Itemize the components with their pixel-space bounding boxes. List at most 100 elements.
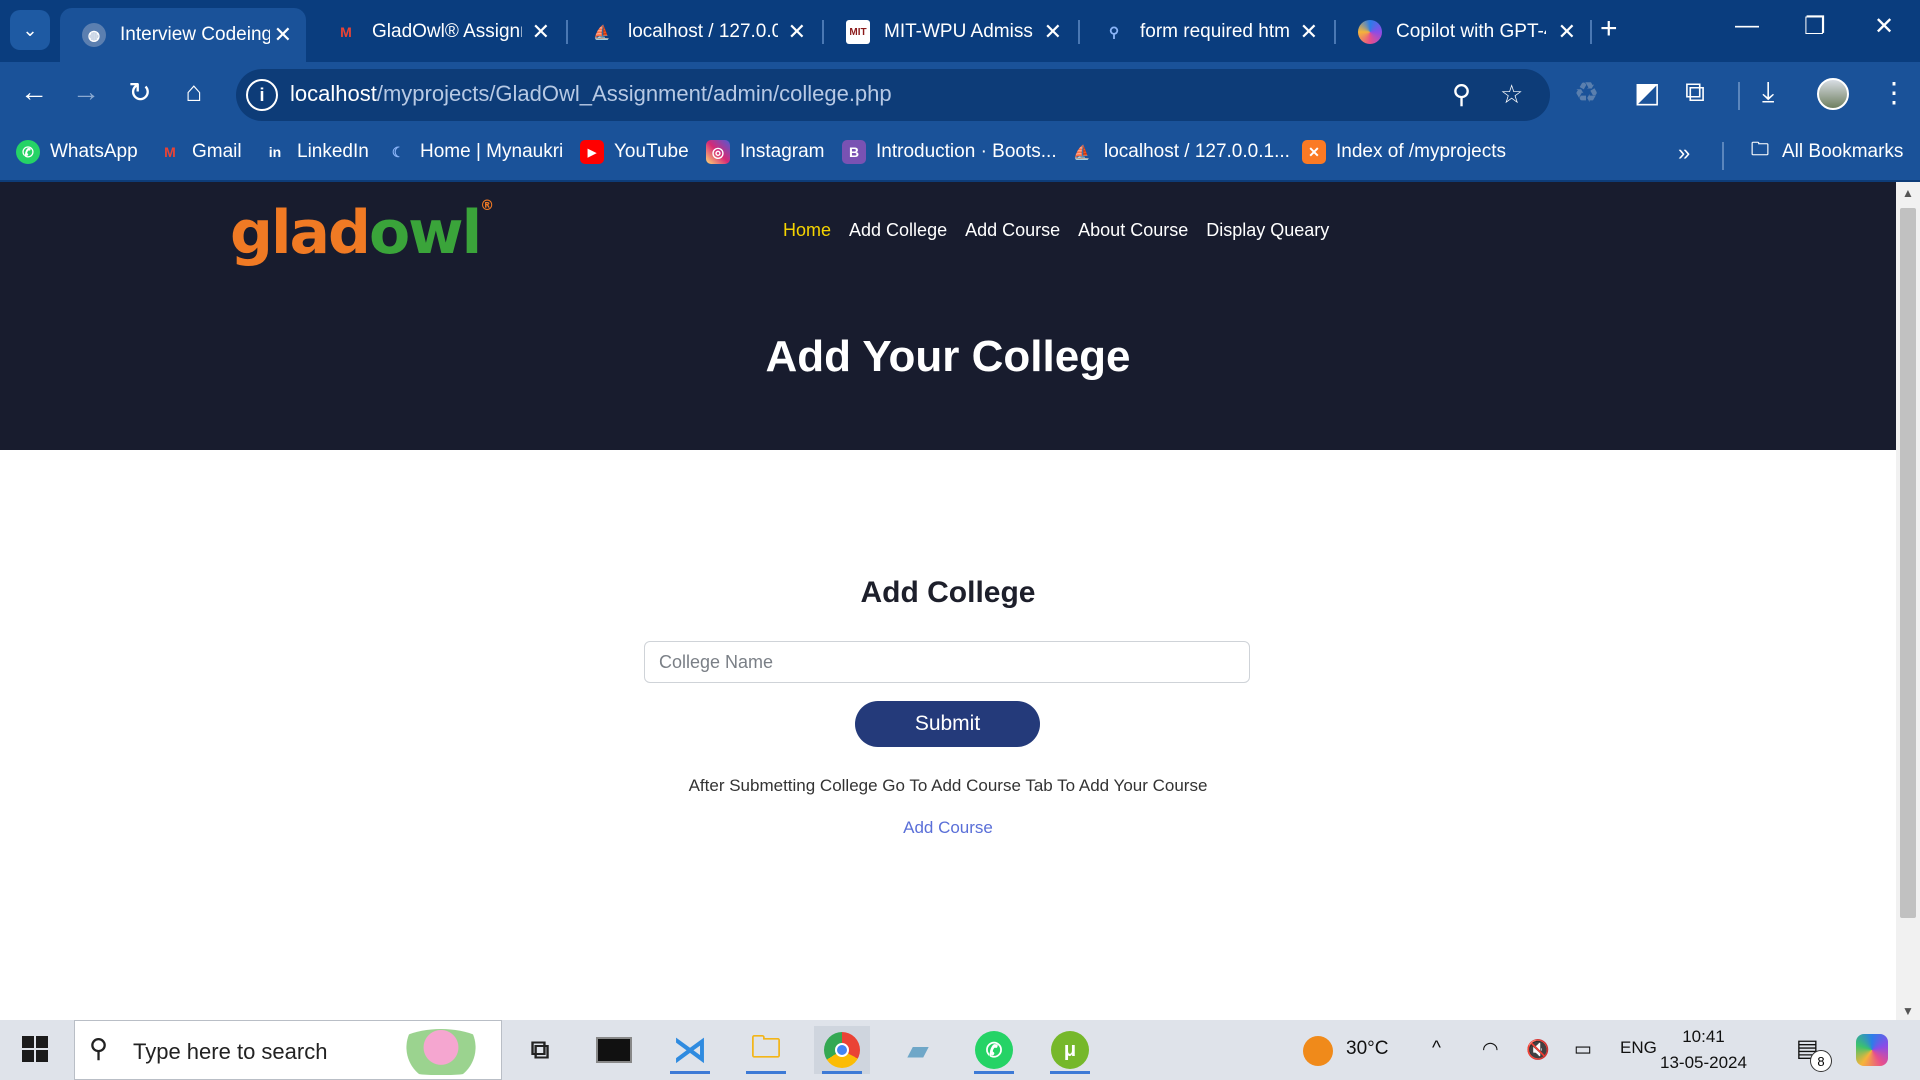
bookmark-label: Instagram — [740, 141, 825, 162]
gmail-icon: M — [340, 24, 352, 40]
add-course-link[interactable]: Add Course — [903, 818, 993, 837]
tab-copilot[interactable]: Copilot with GPT-4 ✕ — [1336, 8, 1590, 56]
phpmyadmin-icon: ⛵ — [593, 23, 611, 40]
weather-sun-icon[interactable] — [1303, 1036, 1333, 1066]
add-course-link-wrapper: Add Course — [0, 818, 1896, 838]
battery-icon[interactable]: ▭ — [1574, 1038, 1592, 1061]
youtube-icon: ▶ — [580, 140, 604, 164]
taskbar-search-box[interactable]: ⚲ Type here to search — [74, 1020, 502, 1080]
close-tab-icon[interactable]: ✕ — [1044, 19, 1062, 45]
search-icon: ⚲ — [89, 1033, 109, 1063]
chrome-icon[interactable] — [814, 1026, 870, 1074]
college-name-input[interactable] — [644, 641, 1250, 683]
clock-time: 10:41 — [1682, 1027, 1725, 1046]
scrollbar-thumb[interactable] — [1900, 208, 1916, 918]
bookmark-separator — [1722, 142, 1724, 170]
bookmark-star-icon[interactable]: ☆ — [1500, 79, 1523, 110]
close-window-icon[interactable]: ✕ — [1874, 12, 1894, 41]
reload-icon[interactable]: ↻ — [122, 76, 158, 109]
terminal-icon[interactable] — [586, 1026, 642, 1074]
bookmark-bootstrap[interactable]: B Introduction · Boots... — [842, 140, 1057, 164]
bookmark-instagram[interactable]: ◎ Instagram — [706, 140, 824, 164]
new-tab-icon[interactable]: + — [1600, 12, 1618, 46]
tab-interview-codeing[interactable]: ◍ Interview Codeing ✕ — [60, 8, 306, 62]
windows-start-icon[interactable] — [22, 1036, 48, 1062]
url-path: /myprojects/GladOwl_Assignment/admin/col… — [376, 81, 892, 106]
page-scrollbar[interactable]: ▲ ▼ — [1896, 182, 1920, 1020]
nav-display-queary[interactable]: Display Queary — [1206, 220, 1329, 241]
nav-about-course[interactable]: About Course — [1078, 220, 1188, 241]
restore-icon[interactable]: ❐ — [1804, 12, 1826, 41]
language-indicator[interactable]: ENG — [1620, 1038, 1657, 1058]
instagram-icon: ◎ — [706, 140, 730, 164]
whatsapp-icon[interactable]: ✆ — [966, 1026, 1022, 1074]
url-text[interactable]: localhost/myprojects/GladOwl_Assignment/… — [290, 81, 892, 107]
scroll-up-icon[interactable]: ▲ — [1902, 186, 1914, 200]
extension-badge-icon[interactable]: ◩ — [1634, 76, 1660, 109]
file-explorer-icon[interactable]: 🗀 — [738, 1026, 794, 1074]
scroll-down-icon[interactable]: ▼ — [1902, 1004, 1914, 1018]
vscode-icon[interactable]: ⋊ — [662, 1026, 718, 1074]
nav-home[interactable]: Home — [783, 220, 831, 241]
bookmark-youtube[interactable]: ▶ YouTube — [580, 140, 689, 164]
recycle-extension-icon[interactable]: ♻ — [1574, 76, 1599, 109]
site-info-icon[interactable]: i — [246, 79, 278, 111]
tab-search-button[interactable]: ⌄ — [10, 10, 50, 50]
utorrent-icon[interactable]: μ — [1042, 1026, 1098, 1074]
system-clock[interactable]: 10:41 13-05-2024 — [1660, 1024, 1747, 1076]
close-tab-icon[interactable]: ✕ — [532, 19, 550, 45]
naukri-icon: ☾ — [391, 143, 405, 160]
home-icon[interactable]: ⌂ — [176, 76, 212, 108]
tab-localhost[interactable]: ⛵ localhost / 127.0.0 ✕ — [568, 8, 820, 56]
volume-muted-icon[interactable]: 🔇 — [1526, 1038, 1550, 1062]
profile-avatar[interactable] — [1817, 78, 1849, 110]
close-tab-icon[interactable]: ✕ — [788, 19, 806, 45]
toolbar-separator — [1738, 82, 1740, 110]
bootstrap-icon: B — [842, 140, 866, 164]
whatsapp-icon: ✆ — [16, 140, 40, 164]
all-bookmarks-button[interactable]: 🗀 All Bookmarks — [1748, 139, 1903, 164]
wifi-icon[interactable]: ◠ — [1482, 1038, 1499, 1061]
zoom-icon[interactable]: ⚲ — [1452, 79, 1471, 110]
tab-title: GladOwl® Assignm — [372, 21, 522, 42]
instruction-note: After Submetting College Go To Add Cours… — [688, 776, 1208, 795]
nav-add-college[interactable]: Add College — [849, 220, 947, 241]
close-tab-icon[interactable]: ✕ — [1558, 19, 1576, 45]
submit-button[interactable]: Submit — [855, 701, 1040, 747]
extensions-icon[interactable]: ⧉ — [1685, 76, 1705, 109]
weather-temperature[interactable]: 30°C — [1346, 1038, 1388, 1060]
xampp-icon: ✕ — [1302, 140, 1326, 164]
minimize-icon[interactable]: — — [1735, 12, 1759, 40]
address-bar[interactable]: i localhost/myprojects/GladOwl_Assignmen… — [236, 69, 1550, 121]
lotus-highlight-icon — [391, 1029, 491, 1075]
gladowl-logo[interactable]: gladowl® — [230, 198, 494, 268]
copilot-icon[interactable] — [1856, 1034, 1888, 1066]
download-icon[interactable]: ⤓ — [1762, 76, 1774, 109]
bookmark-index[interactable]: ✕ Index of /myprojects — [1302, 140, 1506, 164]
close-tab-icon[interactable]: ✕ — [1300, 19, 1318, 45]
bookmark-naukri[interactable]: ☾ Home | Mynaukri — [386, 140, 564, 164]
globe-icon: ◍ — [82, 23, 106, 47]
forward-icon[interactable]: → — [68, 76, 104, 108]
bookmark-localhost[interactable]: ⛵ localhost / 127.0.0.1... — [1070, 140, 1290, 164]
bookmark-whatsapp[interactable]: ✆ WhatsApp — [16, 140, 138, 164]
tray-overflow-icon[interactable]: ^ — [1432, 1038, 1441, 1060]
notepad-icon[interactable]: ▰ — [890, 1026, 946, 1074]
back-icon[interactable]: ← — [16, 76, 52, 108]
close-tab-icon[interactable]: ✕ — [274, 22, 292, 48]
tab-gladowl-assignment[interactable]: M GladOwl® Assignm ✕ — [312, 8, 564, 56]
tab-title: form required htm — [1140, 21, 1290, 42]
bookmark-gmail[interactable]: M Gmail — [158, 140, 241, 164]
tab-mit-wpu[interactable]: MIT MIT-WPU Admissio ✕ — [824, 8, 1076, 56]
menu-icon[interactable]: ⋮ — [1880, 76, 1908, 109]
nav-add-course[interactable]: Add Course — [965, 220, 1060, 241]
task-view-icon[interactable]: ⧉ — [512, 1026, 568, 1074]
bookmark-label: Home | Mynaukri — [420, 141, 564, 162]
more-bookmarks-icon[interactable]: » — [1678, 140, 1690, 166]
windows-taskbar: ⚲ Type here to search ⧉ ⋊ 🗀 ▰ ✆ μ 30°C ^… — [0, 1020, 1920, 1080]
bookmark-label: LinkedIn — [297, 141, 369, 162]
bookmark-linkedin[interactable]: in LinkedIn — [263, 140, 369, 164]
logo-part-right: owl — [368, 198, 482, 268]
bookmark-label: localhost / 127.0.0.1... — [1104, 141, 1290, 162]
tab-form-required[interactable]: ⚲ form required htm ✕ — [1080, 8, 1332, 56]
